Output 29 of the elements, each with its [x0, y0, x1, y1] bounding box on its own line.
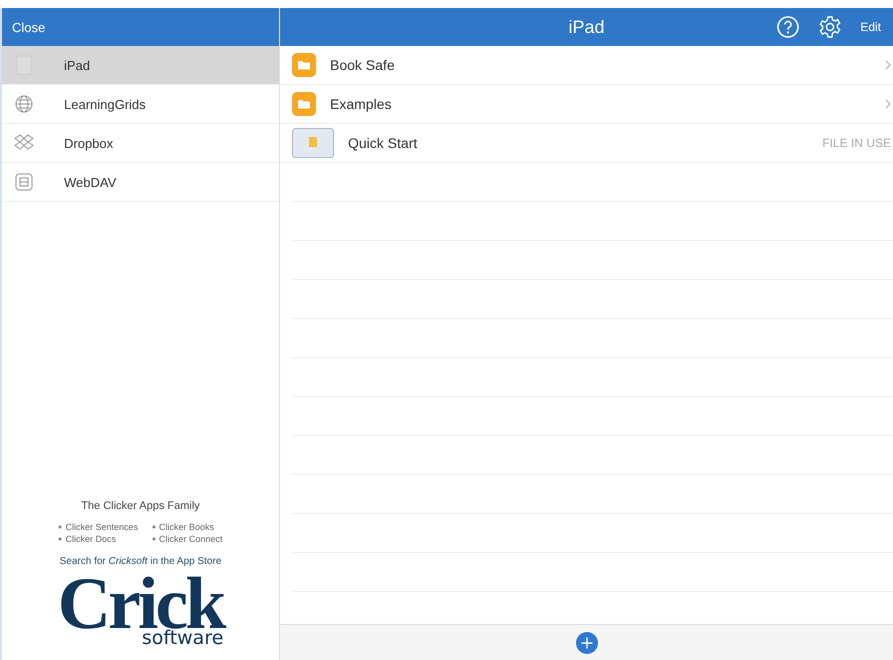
app-store-text: Search for Cricksoft in the App Store — [60, 556, 222, 567]
promo-title: The Clicker Apps Family — [81, 500, 200, 512]
edit-button[interactable]: Edit — [860, 20, 881, 34]
close-button[interactable]: Close — [2, 20, 46, 34]
sidebar-item[interactable]: iPad — [2, 46, 279, 85]
app-link[interactable]: Clicker Books — [152, 522, 223, 532]
chevron-icon — [885, 99, 891, 109]
sidebar-item[interactable]: LearningGrids — [2, 85, 279, 124]
bullet-icon — [152, 524, 156, 529]
status-label: FILE IN USE — [822, 136, 891, 150]
file-row[interactable]: Examples — [280, 85, 893, 124]
settings-icon[interactable] — [818, 15, 842, 39]
add-button[interactable] — [576, 632, 598, 654]
file-row[interactable]: Book Safe — [280, 46, 893, 85]
folder-icon — [292, 53, 316, 77]
sidebar-item[interactable]: Dropbox — [2, 124, 279, 163]
chevron-icon — [885, 60, 891, 70]
bullet-icon — [152, 536, 156, 541]
app-link[interactable]: Clicker Docs — [58, 534, 138, 544]
folder-icon — [292, 92, 316, 116]
app-link[interactable]: Clicker Sentences — [58, 522, 138, 532]
help-icon[interactable] — [776, 15, 800, 39]
sidebar-item[interactable]: WebDAV — [2, 163, 279, 202]
bullet-icon — [58, 536, 62, 541]
window-title: iPad — [568, 16, 605, 38]
globe-icon — [14, 94, 34, 114]
app-link[interactable]: Clicker Connect — [152, 534, 223, 544]
bullet-icon — [58, 524, 62, 529]
document-thumbnail-icon — [292, 128, 334, 158]
